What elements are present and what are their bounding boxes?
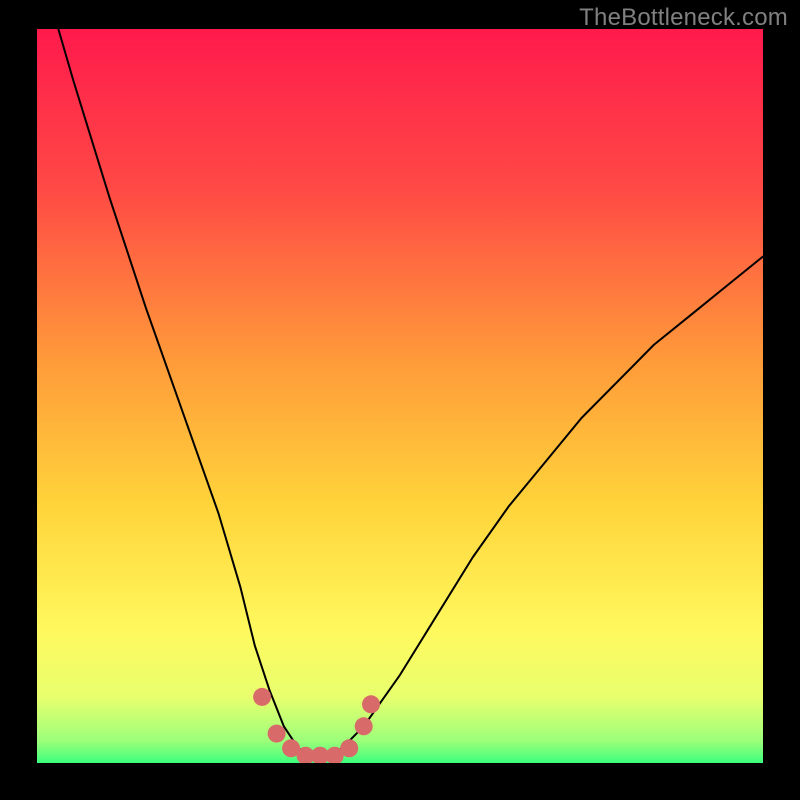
marker-dot xyxy=(362,695,380,713)
plot-area xyxy=(37,29,763,763)
marker-dot xyxy=(268,725,286,743)
marker-dot xyxy=(253,688,271,706)
gradient-background xyxy=(37,29,763,763)
marker-dot xyxy=(355,717,373,735)
chart-frame: TheBottleneck.com xyxy=(0,0,800,800)
watermark-text: TheBottleneck.com xyxy=(579,4,788,32)
plot-svg xyxy=(37,29,763,763)
marker-dot xyxy=(340,739,358,757)
